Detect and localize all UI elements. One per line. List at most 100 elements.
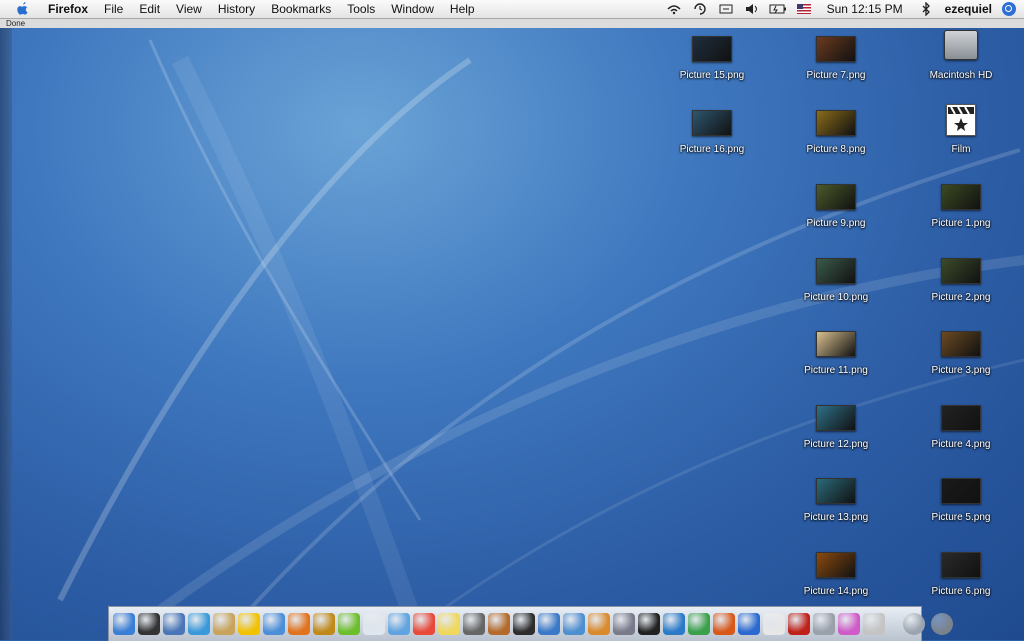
icon-label: Picture 8.png [806, 144, 866, 155]
mail-icon[interactable] [363, 613, 385, 635]
menu-help[interactable]: Help [442, 0, 483, 18]
menu-view[interactable]: View [168, 0, 210, 18]
icon-label: Picture 12.png [803, 439, 869, 450]
iphoto-icon[interactable] [563, 613, 585, 635]
menu-bookmarks[interactable]: Bookmarks [263, 0, 339, 18]
apple-icon[interactable] [14, 1, 32, 17]
thumbnail [941, 478, 981, 504]
desktop [0, 0, 1024, 640]
menu-user[interactable]: ezequiel [939, 2, 1000, 16]
icon-label: Macintosh HD [929, 70, 993, 81]
warcraft-icon[interactable] [313, 613, 335, 635]
red-app-icon[interactable] [788, 613, 810, 635]
icon-label: Picture 15.png [679, 70, 745, 81]
safari-icon[interactable] [263, 613, 285, 635]
desktop-icon-picture-6[interactable]: Picture 6.png [906, 552, 1016, 612]
desktop-icon-picture-12[interactable]: Picture 12.png [781, 405, 891, 465]
thumbnail [816, 258, 856, 284]
address-book-icon[interactable] [213, 613, 235, 635]
thumbnail [816, 478, 856, 504]
icon-label: Picture 1.png [931, 218, 991, 229]
desktop-icon-picture-1[interactable]: Picture 1.png [906, 184, 1016, 244]
trash-icon[interactable] [931, 613, 953, 635]
smiley-icon[interactable] [238, 613, 260, 635]
firefox-status-strip: Done [0, 19, 1024, 28]
imovie-icon[interactable] [513, 613, 535, 635]
thumbnail [816, 552, 856, 578]
desktop-icon-picture-14[interactable]: Picture 14.png [781, 552, 891, 612]
menu-file[interactable]: File [96, 0, 131, 18]
window-edge [0, 28, 12, 640]
desktop-icon-picture-2[interactable]: Picture 2.png [906, 258, 1016, 318]
spotlight-icon[interactable] [1002, 2, 1016, 16]
thumbnail [941, 405, 981, 431]
airport-icon[interactable] [665, 2, 683, 16]
icon-label: Picture 9.png [806, 218, 866, 229]
icon-label: Picture 14.png [803, 586, 869, 597]
menu-tools[interactable]: Tools [339, 0, 383, 18]
downloads-stack-icon[interactable] [903, 613, 925, 635]
menu-window[interactable]: Window [383, 0, 442, 18]
desktop-icon-picture-4[interactable]: Picture 4.png [906, 405, 1016, 465]
paint-icon[interactable] [588, 613, 610, 635]
desktop-icon-picture-10[interactable]: Picture 10.png [781, 258, 891, 318]
dock-docs [903, 613, 953, 635]
flag-icon[interactable] [795, 2, 813, 16]
desktop-icon-picture-3[interactable]: Picture 3.png [906, 331, 1016, 391]
sync-icon[interactable] [717, 2, 735, 16]
desktop-icon-picture-15[interactable]: Picture 15.png [657, 36, 767, 96]
ical-icon[interactable] [413, 613, 435, 635]
icon-label: Picture 3.png [931, 365, 991, 376]
desktop-icon-picture-13[interactable]: Picture 13.png [781, 478, 891, 538]
desktop-icon-picture-8[interactable]: Picture 8.png [781, 110, 891, 170]
menu-app-name[interactable]: Firefox [44, 2, 96, 16]
icon-label: Picture 11.png [804, 365, 868, 376]
timemachine-icon[interactable] [691, 2, 709, 16]
apple-app-icon[interactable] [863, 613, 885, 635]
plant-icon[interactable] [688, 613, 710, 635]
stickies-icon[interactable] [438, 613, 460, 635]
thumbnail [816, 331, 856, 357]
battery-icon[interactable] [769, 2, 787, 16]
desktop-icon-picture-9[interactable]: Picture 9.png [781, 184, 891, 244]
icon-label: Picture 2.png [931, 292, 991, 303]
cube-icon[interactable] [838, 613, 860, 635]
photo-icon[interactable] [488, 613, 510, 635]
menu-clock[interactable]: Sun 12:15 PM [817, 2, 913, 16]
finder-icon[interactable] [113, 613, 135, 635]
ichat-icon[interactable] [188, 613, 210, 635]
firefox-icon[interactable] [288, 613, 310, 635]
preview-icon[interactable] [163, 613, 185, 635]
desktop-icon-film[interactable]: Film [906, 104, 1016, 164]
bluetooth-icon[interactable] [917, 2, 935, 16]
thumbnail [692, 110, 732, 136]
dashboard-icon[interactable] [138, 613, 160, 635]
clapper-icon[interactable] [538, 613, 560, 635]
desktop-icon-picture-7[interactable]: Picture 7.png [781, 36, 891, 96]
icon-label: Picture 4.png [931, 439, 991, 450]
thumbnail [816, 184, 856, 210]
status-text: Done [6, 19, 26, 28]
desktop-icon-picture-11[interactable]: Picture 11.png [781, 331, 891, 391]
icon-label: Picture 6.png [931, 586, 991, 597]
desktop-icon-macintosh-hd[interactable]: Macintosh HD [906, 30, 1016, 96]
thumbnail [941, 552, 981, 578]
gear-app-icon[interactable] [813, 613, 835, 635]
icon-label: Picture 16.png [679, 144, 745, 155]
menu-history[interactable]: History [210, 0, 263, 18]
thumbnail [941, 331, 981, 357]
camino-icon[interactable] [738, 613, 760, 635]
app-green-icon[interactable] [338, 613, 360, 635]
thumbnail [816, 36, 856, 62]
desktop-icon-picture-5[interactable]: Picture 5.png [906, 478, 1016, 538]
textedit-icon[interactable] [763, 613, 785, 635]
itunes-icon[interactable] [388, 613, 410, 635]
brush-icon[interactable] [613, 613, 635, 635]
volume-icon[interactable] [743, 2, 761, 16]
magnifier-icon[interactable] [463, 613, 485, 635]
flash-icon[interactable] [713, 613, 735, 635]
menu-edit[interactable]: Edit [131, 0, 168, 18]
desktop-icon-picture-16[interactable]: Picture 16.png [657, 110, 767, 170]
terminal-icon[interactable] [638, 613, 660, 635]
utility-icon[interactable] [663, 613, 685, 635]
